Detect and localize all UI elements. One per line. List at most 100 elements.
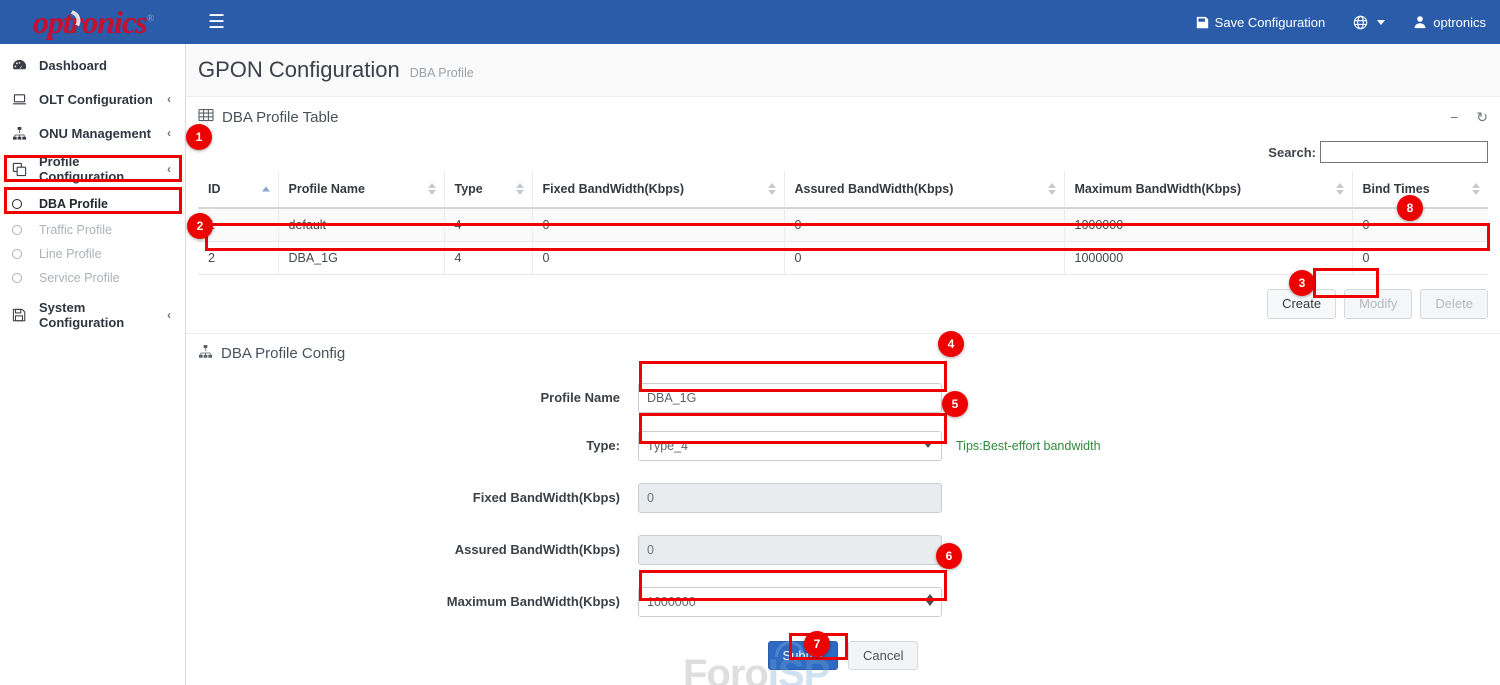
profile-name-control	[638, 383, 942, 413]
sort-icon	[428, 183, 436, 195]
circle-icon	[12, 273, 32, 283]
column-header-bind-times[interactable]: Bind Times	[1352, 171, 1488, 208]
sidebar-item-label: System Configuration	[39, 300, 167, 330]
search-input[interactable]	[1320, 141, 1488, 163]
cell-fixed-bandwidth: 0	[532, 242, 784, 275]
top-navbar: optronics® ☰ Save Configuration optronic…	[0, 0, 1500, 44]
table-card-title: DBA Profile Table	[222, 109, 338, 126]
assured-bandwidth-control	[638, 535, 942, 565]
column-header-maximum-bandwidth[interactable]: Maximum BandWidth(Kbps)	[1064, 171, 1352, 208]
sidebar-subitem-label: Service Profile	[39, 271, 120, 285]
column-header-fixed-bandwidth[interactable]: Fixed BandWidth(Kbps)	[532, 171, 784, 208]
sidebar-item-dashboard[interactable]: Dashboard	[0, 48, 185, 82]
sort-icon	[516, 183, 524, 195]
fixed-bandwidth-label: Fixed BandWidth(Kbps)	[198, 490, 638, 505]
circle-icon	[12, 199, 32, 209]
table-card-title-group: DBA Profile Table	[198, 107, 338, 127]
cell-bind-times: 0	[1352, 208, 1488, 242]
column-header-id[interactable]: ID	[198, 171, 278, 208]
cell-type: 4	[444, 208, 532, 242]
sidebar-subitem-label: DBA Profile	[39, 197, 108, 211]
sort-icon	[1472, 183, 1480, 195]
maximum-bandwidth-control	[638, 587, 942, 617]
sidebar-item-dba-profile[interactable]: DBA Profile	[0, 190, 185, 218]
sidebar-item-onu-management[interactable]: ONU Management ‹	[0, 116, 185, 150]
table-search-row: Search:	[198, 135, 1488, 171]
column-label: ID	[208, 182, 221, 196]
create-button[interactable]: Create	[1267, 289, 1336, 319]
brand-logo-text: optronics	[33, 4, 147, 40]
sort-ascending-icon	[262, 187, 270, 192]
config-card-title-group: DBA Profile Config	[198, 344, 345, 363]
chevron-left-icon: ‹	[167, 162, 171, 176]
sort-icon	[768, 183, 776, 195]
column-label: Fixed BandWidth(Kbps)	[543, 182, 685, 196]
column-header-profile-name[interactable]: Profile Name	[278, 171, 444, 208]
config-card-header: DBA Profile Config	[198, 334, 1488, 371]
brand-registered-mark: ®	[147, 13, 153, 24]
column-label: Maximum BandWidth(Kbps)	[1075, 182, 1242, 196]
sidebar: Dashboard OLT Configuration ‹ ONU Manage…	[0, 44, 186, 685]
config-card-title: DBA Profile Config	[221, 345, 345, 362]
user-name-label: optronics	[1433, 15, 1486, 30]
form-action-buttons: Submit Cancel	[198, 641, 1488, 671]
sidebar-item-olt-configuration[interactable]: OLT Configuration ‹	[0, 82, 185, 116]
search-label: Search:	[1268, 145, 1316, 160]
sidebar-item-line-profile[interactable]: Line Profile	[0, 242, 185, 266]
cancel-button[interactable]: Cancel	[848, 641, 918, 671]
cell-id: 1	[198, 208, 278, 242]
chevron-left-icon: ‹	[167, 308, 171, 322]
sidebar-item-traffic-profile[interactable]: Traffic Profile	[0, 218, 185, 242]
assured-bandwidth-label: Assured BandWidth(Kbps)	[198, 542, 638, 557]
chevron-left-icon: ‹	[167, 92, 171, 106]
table-row[interactable]: 2 DBA_1G 4 0 0 1000000 0	[198, 242, 1488, 275]
maximum-bandwidth-input[interactable]	[638, 587, 942, 617]
clone-icon	[12, 162, 32, 177]
maximum-bandwidth-row: Maximum BandWidth(Kbps)	[198, 587, 1488, 617]
sidebar-subitem-label: Line Profile	[39, 247, 102, 261]
save-configuration-button[interactable]: Save Configuration	[1182, 0, 1340, 44]
sidebar-item-system-configuration[interactable]: System Configuration ‹	[0, 298, 185, 332]
sitemap-icon	[12, 126, 32, 141]
table-icon	[198, 107, 214, 127]
dashboard-icon	[12, 58, 32, 73]
table-row[interactable]: 1 default 4 0 0 1000000 0	[198, 208, 1488, 242]
sort-icon	[1336, 183, 1344, 195]
language-selector[interactable]	[1339, 0, 1399, 44]
sidebar-item-label: Dashboard	[39, 58, 171, 73]
chevron-left-icon: ‹	[167, 126, 171, 140]
column-header-type[interactable]: Type	[444, 171, 532, 208]
cell-assured-bandwidth: 0	[784, 208, 1064, 242]
table-header-row: ID Profile Name Type Fixed BandWidth(Kbp…	[198, 171, 1488, 208]
profile-name-input[interactable]	[638, 383, 942, 413]
profile-name-row: Profile Name	[198, 383, 1488, 413]
submit-button[interactable]: Submit	[768, 641, 838, 671]
minus-icon[interactable]: −	[1450, 110, 1458, 124]
table-card-header: DBA Profile Table − ↻	[198, 97, 1488, 135]
main-content: GPON Configuration DBA Profile DBA Profi…	[186, 44, 1500, 685]
user-menu[interactable]: optronics	[1399, 0, 1500, 44]
sidebar-item-label: ONU Management	[39, 126, 167, 141]
delete-button[interactable]: Delete	[1420, 289, 1488, 319]
type-label: Type:	[198, 438, 638, 453]
hamburger-icon[interactable]: ☰	[202, 9, 231, 36]
type-select[interactable]: Type_4	[638, 431, 942, 461]
fixed-bandwidth-input	[638, 483, 942, 513]
sidebar-item-profile-configuration[interactable]: Profile Configuration ‹	[0, 152, 185, 186]
column-label: Profile Name	[289, 182, 365, 196]
brand-logo-container[interactable]: optronics®	[0, 0, 186, 44]
assured-bandwidth-input	[638, 535, 942, 565]
table-card-tools: − ↻	[1450, 110, 1488, 124]
circle-icon	[12, 249, 32, 259]
sidebar-item-service-profile[interactable]: Service Profile	[0, 266, 185, 290]
sitemap-icon	[198, 344, 213, 363]
sidebar-item-label: Profile Configuration	[39, 154, 167, 184]
cell-id: 2	[198, 242, 278, 275]
modify-button[interactable]: Modify	[1344, 289, 1412, 319]
profile-name-label: Profile Name	[198, 390, 638, 405]
page-title: GPON Configuration	[198, 57, 400, 83]
type-control: Type_4 Tips:Best-effort bandwidth	[638, 431, 1101, 461]
column-header-assured-bandwidth[interactable]: Assured BandWidth(Kbps)	[784, 171, 1064, 208]
cell-profile-name: default	[278, 208, 444, 242]
refresh-icon[interactable]: ↻	[1476, 110, 1488, 124]
